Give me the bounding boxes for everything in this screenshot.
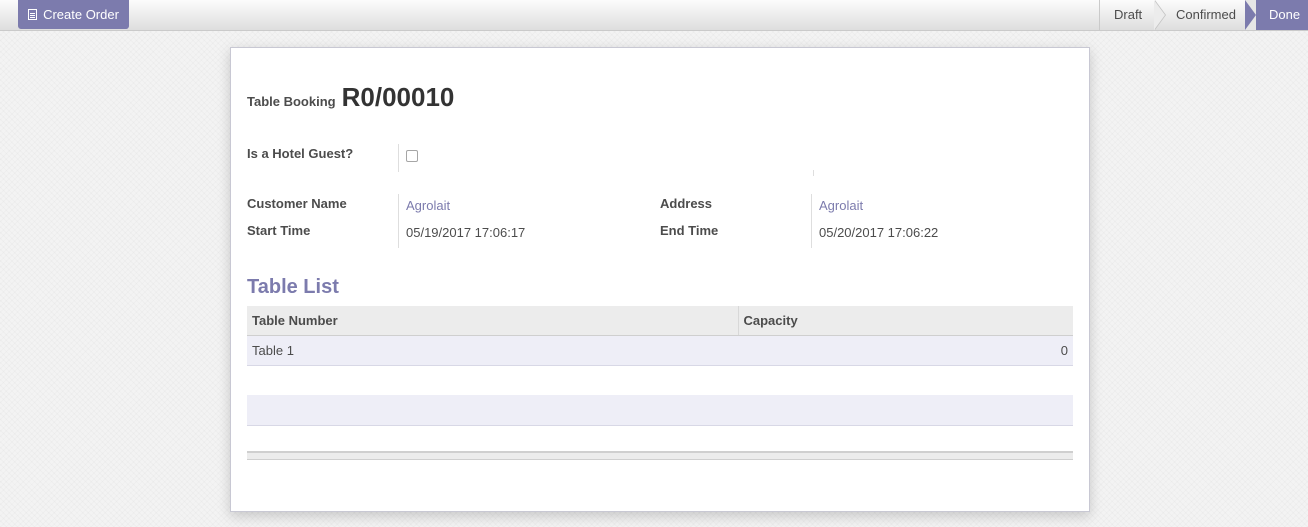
start-time-value: 05/19/2017 17:06:17 [406, 225, 526, 240]
field-divider [813, 170, 814, 176]
start-time-label: Start Time [247, 223, 311, 238]
column-header-table-number[interactable]: Table Number [247, 306, 738, 336]
customer-name-label: Customer Name [247, 196, 347, 211]
table-number-cell: Table 1 [247, 335, 738, 366]
stage-pipeline: Draft Confirmed Done [1099, 0, 1308, 30]
form-title: Table Booking R0/00010 [247, 82, 454, 113]
stage-done-label: Done [1269, 7, 1301, 22]
title-label: Table Booking [247, 94, 336, 109]
stage-draft[interactable]: Draft [1099, 0, 1166, 30]
table-list: Table Number Capacity Table 1 0 [247, 306, 1073, 426]
capacity-cell: 0 [738, 335, 1073, 366]
document-icon [28, 9, 38, 20]
hotel-guest-checkbox[interactable] [406, 150, 418, 162]
statusbar: Create Order Draft Confirmed Done [0, 0, 1308, 31]
table-row[interactable]: Table 1 0 [247, 335, 1073, 366]
form-sheet: Table Booking R0/00010 Is a Hotel Guest?… [230, 47, 1090, 512]
stage-done[interactable]: Done [1245, 0, 1308, 30]
table-footer [247, 451, 1073, 460]
create-order-button[interactable]: Create Order [18, 0, 129, 29]
address-link[interactable]: Agrolait [819, 198, 863, 213]
hotel-guest-label: Is a Hotel Guest? [247, 146, 354, 161]
customer-name-link[interactable]: Agrolait [406, 198, 450, 213]
field-divider [398, 194, 399, 248]
field-divider [398, 144, 399, 172]
stage-draft-label: Draft [1114, 7, 1143, 22]
empty-row [247, 395, 1073, 426]
stage-arrow [1154, 0, 1165, 30]
empty-row [247, 365, 1073, 395]
create-order-label: Create Order [43, 7, 119, 22]
column-header-capacity[interactable]: Capacity [737, 306, 1073, 336]
address-label: Address [660, 196, 713, 211]
stage-done-arrow-cut [1245, 0, 1256, 30]
end-time-label: End Time [660, 223, 719, 238]
table-header-row: Table Number Capacity [247, 306, 1073, 336]
end-time-value: 05/20/2017 17:06:22 [819, 225, 939, 240]
booking-reference: R0/00010 [341, 82, 455, 112]
field-divider [811, 194, 812, 248]
stage-confirmed-label: Confirmed [1176, 7, 1236, 22]
stage-confirmed[interactable]: Confirmed [1154, 0, 1245, 30]
table-list-title: Table List [247, 276, 339, 298]
